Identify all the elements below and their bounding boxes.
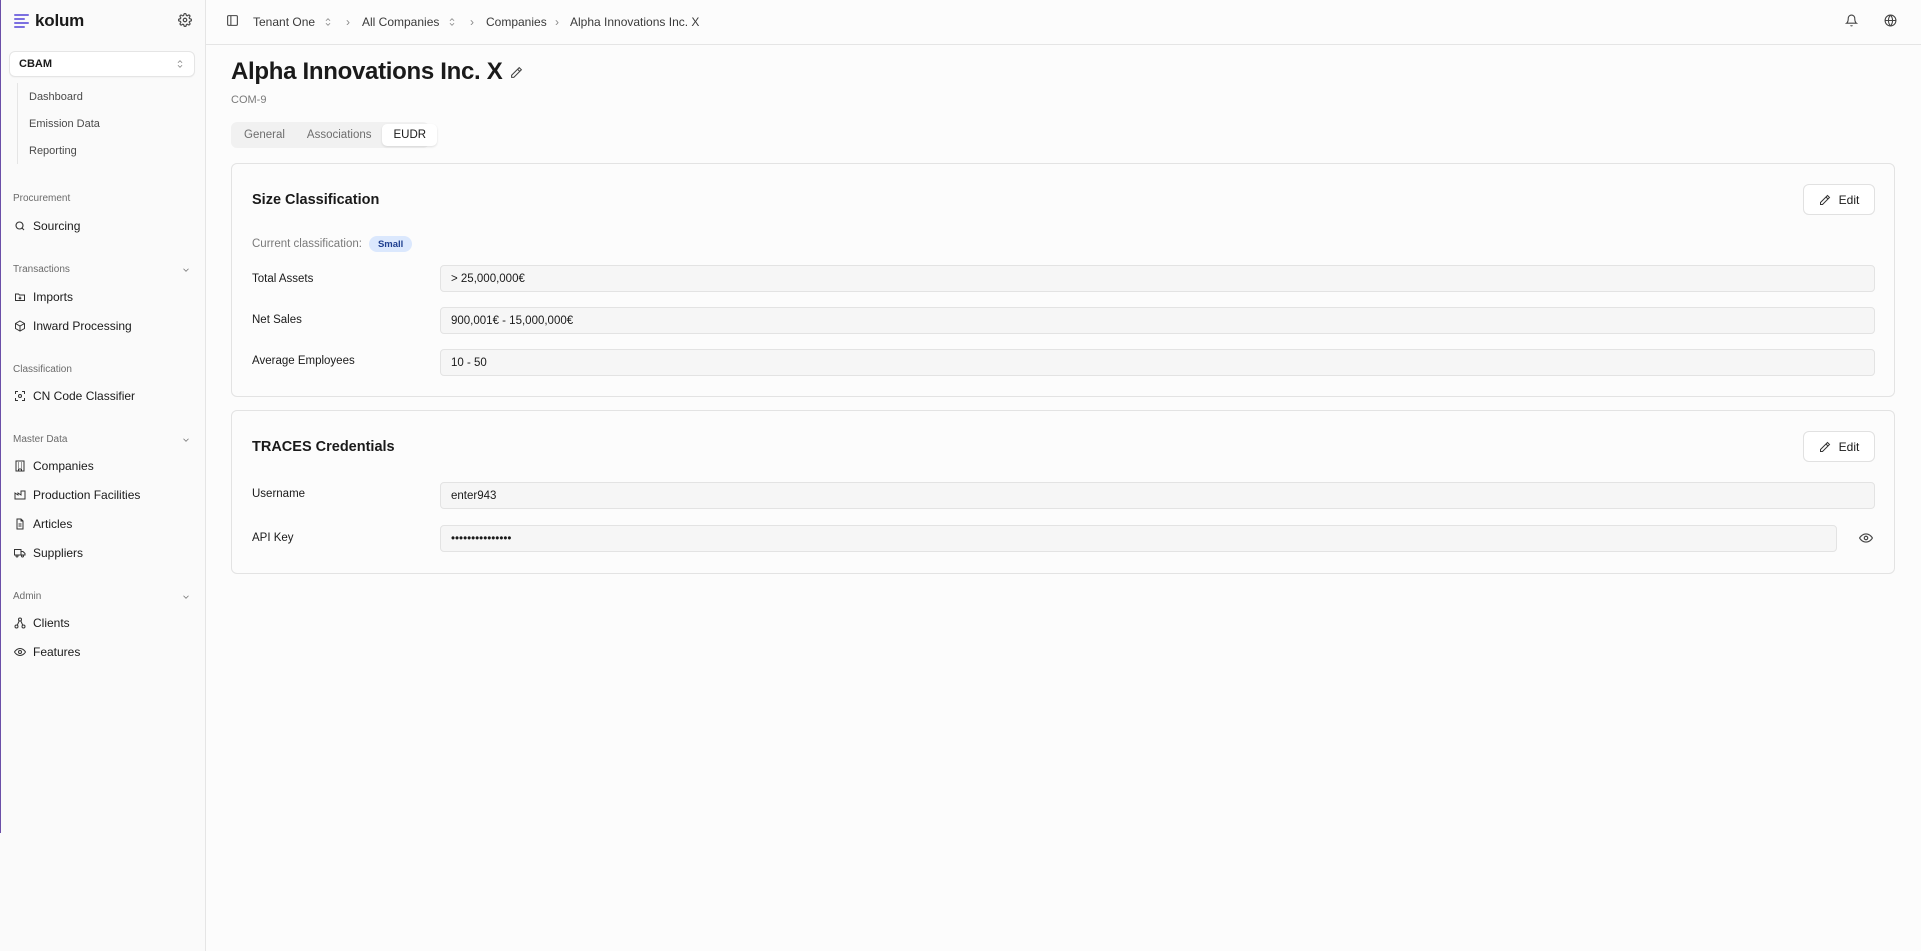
chevron-up-down-icon[interactable] [447,16,457,28]
chevron-up-down-icon[interactable] [323,16,333,28]
sidebar: kolum CBAM Dashboard Emission Data Repor… [0,0,206,951]
globe-icon[interactable] [1884,14,1900,30]
sidebar-item-imports[interactable]: Imports [14,287,73,307]
scan-icon [15,391,25,401]
sidebar-item-cn-code-classifier[interactable]: CN Code Classifier [14,386,135,406]
chevron-down-icon [183,594,189,599]
section-label-classification: Classification [13,364,72,375]
tab-associations[interactable]: Associations [296,124,383,146]
breadcrumb-separator: › [346,15,350,29]
pencil-icon[interactable] [510,66,525,81]
eye-icon[interactable] [1858,531,1875,547]
gear-icon[interactable] [177,12,193,28]
sidebar-item-suppliers[interactable]: Suppliers [14,543,83,563]
file-text-icon [16,518,24,530]
tab-bar: General Associations EUDR [231,122,438,148]
pencil-icon [1819,194,1830,205]
tab-general[interactable]: General [233,124,296,146]
factory-icon [14,490,26,500]
chevron-up-down-icon [177,60,183,68]
edit-button[interactable]: Edit [1803,431,1875,462]
sidebar-item-articles[interactable]: Articles [14,514,72,534]
section-label-procurement: Procurement [13,193,71,204]
module-sub-list: Dashboard Emission Data Reporting [17,83,197,164]
building-icon [15,460,25,472]
sidebar-edge [0,0,1,833]
brand-name: kolum [35,11,85,30]
field-label-net-sales: Net Sales [252,314,302,326]
sidebar-item-production-facilities[interactable]: Production Facilities [14,485,140,505]
bell-icon[interactable] [1844,14,1861,30]
module-select[interactable]: CBAM [9,51,195,77]
search-icon [15,221,25,231]
eye-icon [14,647,26,657]
pencil-icon [1819,441,1830,452]
total-assets-field: > 25,000,000€ [440,265,1875,292]
breadcrumb-tenant[interactable]: Tenant One [253,14,315,30]
traces-credentials-card: TRACES Credentials Edit Username enter94… [231,410,1895,574]
sidebar-item-features[interactable]: Features [14,642,80,662]
company-code: COM-9 [231,94,267,106]
package-icon [15,320,25,332]
api-key-field: ••••••••••••••• [440,525,1837,552]
chevron-down-icon [183,267,189,272]
breadcrumb-companies[interactable]: Companies [486,14,547,30]
brand-logo[interactable]: kolum [14,10,84,32]
kolum-logo-icon [14,14,29,28]
field-label-total-assets: Total Assets [252,273,314,285]
sidebar-item-clients[interactable]: Clients [14,613,70,633]
card-title: Size Classification [252,192,380,208]
sidebar-item-reporting[interactable]: Reporting [18,137,197,164]
module-select-value: CBAM [19,58,52,70]
current-classification: Current classification: Small [252,236,413,252]
average-employees-field: 10 - 50 [440,349,1875,376]
network-icon [14,617,26,629]
chevron-down-icon [183,437,189,442]
breadcrumb-current: Alpha Innovations Inc. X [570,15,700,29]
current-classification-label: Current classification: [252,238,362,250]
sidebar-item-sourcing[interactable]: Sourcing [14,216,80,236]
breadcrumb-separator: › [470,15,474,29]
net-sales-field: 900,001€ - 15,000,000€ [440,307,1875,334]
tab-eudr[interactable]: EUDR [382,124,438,146]
size-classification-card: Size Classification Edit Current classif… [231,163,1895,397]
sidebar-item-emission-data[interactable]: Emission Data [18,110,197,137]
folder-download-icon [15,293,25,301]
sidebar-item-companies[interactable]: Companies [14,456,94,476]
breadcrumb-separator: › [555,15,559,29]
edit-button[interactable]: Edit [1803,184,1875,215]
username-field: enter943 [440,482,1875,509]
section-label-master-data[interactable]: Master Data [13,434,191,445]
sidebar-item-inward-processing[interactable]: Inward Processing [14,316,132,336]
topbar: Tenant One › All Companies › Companies ›… [206,0,1921,45]
section-label-admin[interactable]: Admin [13,591,191,602]
sidebar-item-dashboard[interactable]: Dashboard [18,83,197,110]
field-label-username: Username [252,488,306,500]
page-title: Alpha Innovations Inc. X [231,58,503,85]
card-title: TRACES Credentials [252,439,395,455]
status-badge: Small [368,236,413,252]
field-label-average-employees: Average Employees [252,355,355,367]
breadcrumb-all-companies[interactable]: All Companies [362,14,439,30]
sidebar-toggle-icon[interactable] [226,14,242,30]
field-label-api-key: API Key [252,532,294,544]
section-label-transactions[interactable]: Transactions [13,264,191,275]
truck-icon [14,549,26,558]
